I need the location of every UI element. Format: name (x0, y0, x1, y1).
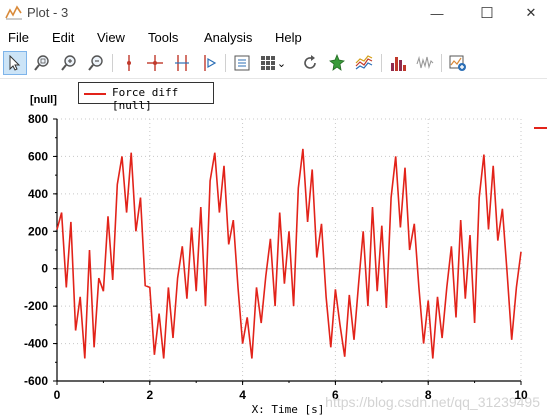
menu-bar: File Edit View Tools Analysis Help (0, 28, 547, 48)
pin-button[interactable] (325, 51, 349, 75)
toolbar-separator (441, 54, 442, 72)
cross-cursor-button[interactable] (143, 51, 167, 75)
chevron-down-icon: ⌄ (276, 57, 287, 70)
minimize-button[interactable]: — (414, 0, 460, 26)
y-tick-label: -200 (24, 299, 48, 313)
line-chart[interactable]: -600-400-20002004006008000 2 4 6 8 10 X: Time… (0, 79, 547, 420)
step-cursor-button[interactable] (197, 51, 221, 75)
toolbar-separator (112, 54, 113, 72)
refresh-icon (304, 55, 316, 69)
new-plot-button[interactable] (446, 51, 470, 75)
properties-list-icon (234, 55, 250, 71)
zoom-in-button[interactable] (57, 51, 81, 75)
watermark-text: https://blog.csdn.net/qq_31239495 (325, 394, 540, 410)
cursor-pair-icon (175, 55, 189, 71)
menu-file[interactable]: File (8, 30, 29, 45)
zoom-out-icon (88, 55, 103, 71)
app-plot-icon (5, 4, 23, 23)
properties-button[interactable] (230, 51, 254, 75)
new-plot-icon (449, 55, 466, 71)
y-tick-label: 200 (28, 224, 48, 238)
minimize-icon: — (430, 5, 444, 21)
cursor-step-icon (204, 55, 217, 71)
plot-panel[interactable]: [null] Force diff [null] -600 -400 -200 0 20… (0, 79, 547, 420)
layout-grid-dropdown[interactable]: ⌄ (257, 51, 289, 75)
x-tick-label: 2 (146, 388, 153, 402)
vertical-cursor-button[interactable] (117, 51, 141, 75)
toolbar-separator (381, 54, 382, 72)
x-tick-label: 0 (54, 388, 61, 402)
pin-icon (329, 54, 345, 71)
x-axis-label: X: Time [s] (252, 403, 325, 416)
toolbar: ⌄ (0, 48, 547, 79)
menu-tools[interactable]: Tools (148, 30, 178, 45)
cursor-cross-icon (147, 55, 163, 71)
y-tick-label: -600 (24, 374, 48, 388)
y-tick-label: 0 (41, 262, 48, 276)
maximize-button[interactable]: ☐ (464, 0, 510, 26)
menu-edit[interactable]: Edit (52, 30, 74, 45)
select-tool-button[interactable] (3, 51, 27, 75)
menu-help[interactable]: Help (275, 30, 302, 45)
y-tick-label: 400 (28, 187, 48, 201)
waveform-icon (416, 55, 434, 70)
zoom-region-icon (34, 55, 49, 71)
maximize-icon: ☐ (480, 5, 494, 22)
zoom-in-icon (61, 55, 76, 71)
y-tick-label: 800 (28, 112, 48, 126)
title-bar: Plot - 3 — ☐ ✕ (0, 0, 547, 28)
close-icon: ✕ (525, 5, 537, 20)
zoom-out-button[interactable] (84, 51, 108, 75)
menu-view[interactable]: View (97, 30, 125, 45)
series-line-force-diff (56, 148, 522, 359)
histogram-icon (391, 57, 406, 71)
select-arrow-icon (9, 55, 21, 71)
histogram-button[interactable] (386, 51, 410, 75)
y-tick-label: 600 (28, 149, 48, 163)
zoom-region-button[interactable] (30, 51, 54, 75)
waveform-button[interactable] (413, 51, 437, 75)
close-button[interactable]: ✕ (508, 0, 547, 26)
cursor-vertical-icon (127, 55, 131, 71)
multi-line-icon (355, 55, 373, 70)
layout-grid-icon (260, 56, 275, 70)
x-tick-label: 4 (239, 388, 246, 402)
y-tick-label: -400 (24, 337, 48, 351)
multi-line-button[interactable] (352, 51, 376, 75)
menu-analysis[interactable]: Analysis (204, 30, 252, 45)
pair-cursor-button[interactable] (170, 51, 194, 75)
refresh-button[interactable] (298, 51, 322, 75)
window-title: Plot - 3 (27, 5, 69, 20)
toolbar-separator (225, 54, 226, 72)
